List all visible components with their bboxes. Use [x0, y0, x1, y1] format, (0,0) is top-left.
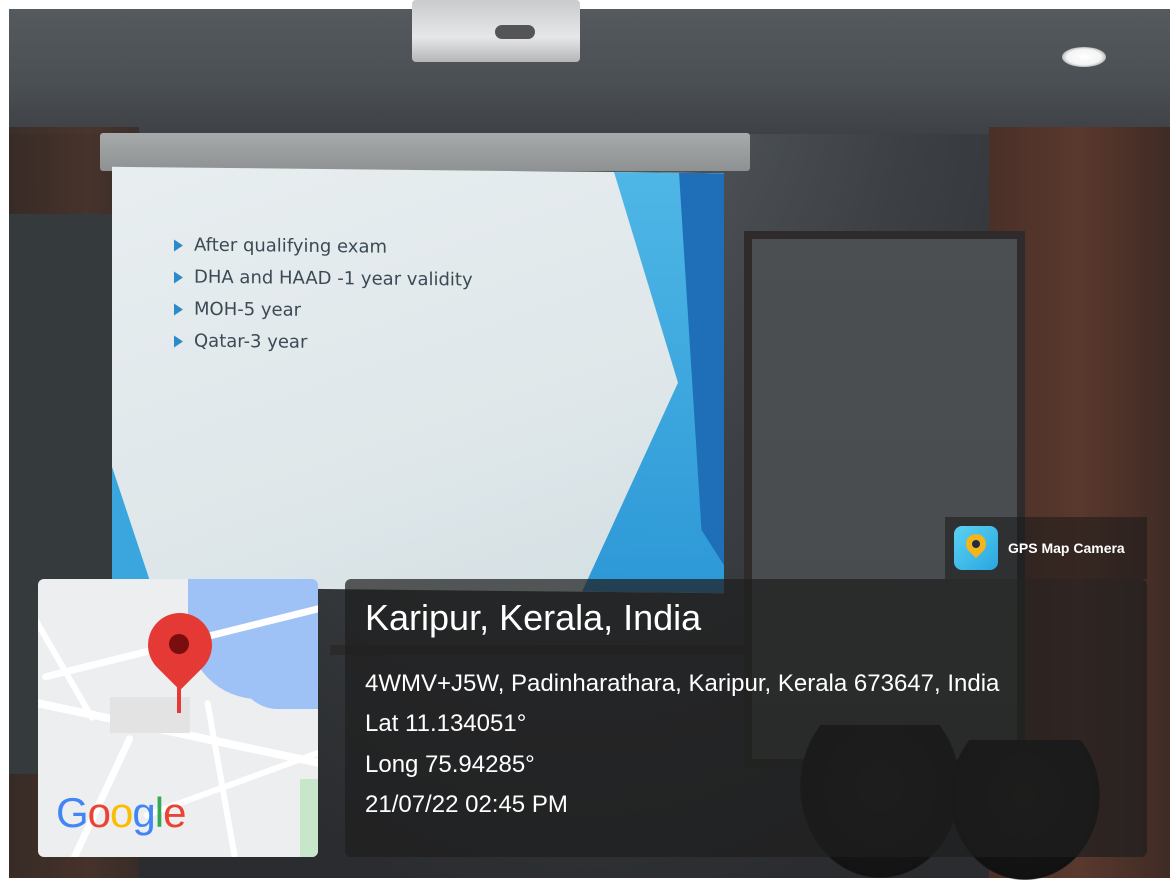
- location-info-panel: Karipur, Kerala, India 4WMV+J5W, Padinha…: [345, 579, 1147, 857]
- projector-lens: [495, 25, 535, 39]
- google-logo: Google: [56, 789, 186, 836]
- bullet-arrow-icon: [174, 303, 183, 316]
- ceiling-light: [1062, 47, 1106, 67]
- address-text: 4WMV+J5W, Padinharathara, Karipur, Keral…: [365, 670, 1000, 697]
- projection-screen: After qualifying exam DHA and HAAD -1 ye…: [112, 166, 724, 594]
- map-thumbnail: Google: [38, 579, 318, 857]
- latitude-text: Lat 11.134051°: [365, 710, 527, 737]
- map-park: [300, 779, 318, 857]
- slide-bullet-list: After qualifying exam DHA and HAAD -1 ye…: [174, 229, 473, 360]
- slide-bullet: DHA and HAAD -1 year validity: [174, 261, 473, 296]
- place-title: Karipur, Kerala, India: [365, 597, 702, 638]
- bullet-arrow-icon: [174, 271, 183, 284]
- slide-bullet: After qualifying exam: [174, 229, 473, 264]
- map-pin-tip: [177, 675, 181, 713]
- slide-bullet: Qatar-3 year: [174, 325, 473, 360]
- slide-decor-shape: [112, 467, 152, 587]
- bullet-arrow-icon: [174, 335, 183, 348]
- bullet-arrow-icon: [174, 239, 183, 252]
- gps-camera-logo-icon: [954, 526, 998, 570]
- ceiling: [9, 9, 1170, 134]
- gps-app-name: GPS Map Camera: [1008, 540, 1125, 556]
- timestamp-text: 21/07/22 02:45 PM: [365, 791, 568, 818]
- gps-app-badge: GPS Map Camera: [945, 517, 1147, 579]
- longitude-text: Long 75.94285°: [365, 751, 535, 778]
- slide-bullet: MOH-5 year: [174, 293, 473, 328]
- map-road: [204, 699, 238, 857]
- projection-screen-case: [100, 133, 750, 171]
- map-water: [238, 669, 318, 709]
- map-pin-center: [169, 634, 189, 654]
